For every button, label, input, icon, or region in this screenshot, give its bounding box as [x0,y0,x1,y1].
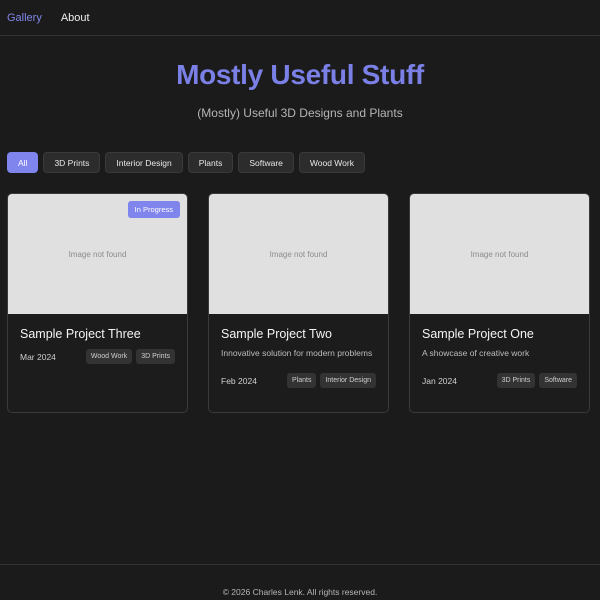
image-not-found-text: Image not found [269,249,328,259]
project-grid: Image not found In Progress Sample Proje… [7,193,590,413]
project-tag: 3D Prints [496,373,536,388]
image-not-found-text: Image not found [470,249,529,259]
project-card[interactable]: Image not found Sample Project One A sho… [409,193,590,413]
project-tags: Wood Work 3D Prints [85,349,175,364]
filter-plants[interactable]: Plants [187,152,234,173]
project-title: Sample Project One [422,327,534,341]
project-tags: 3D Prints Software [496,373,577,388]
filter-interior-design[interactable]: Interior Design [105,152,183,173]
image-not-found-text: Image not found [68,249,127,259]
nav-about-link[interactable]: About [61,12,90,24]
footer: © 2026 Charles Lenk. All rights reserved… [0,564,600,600]
page-subtitle: (Mostly) Useful 3D Designs and Plants [197,106,403,120]
project-tag: Interior Design [320,373,376,388]
filter-all[interactable]: All [7,152,39,173]
filter-bar: All 3D Prints Interior Design Plants Sof… [0,152,600,173]
project-tag: Plants [287,373,317,388]
top-nav: Gallery About [0,0,600,36]
project-date: Feb 2024 [221,375,257,386]
filter-3d-prints[interactable]: 3D Prints [43,152,101,173]
project-tags: Plants Interior Design [287,373,376,388]
project-card[interactable]: Image not found In Progress Sample Proje… [7,193,188,413]
project-image-placeholder: Image not found [410,194,589,314]
project-title: Sample Project Two [221,327,332,341]
project-image-placeholder: Image not found [209,194,388,314]
status-badge: In Progress [127,201,180,218]
project-description: Innovative solution for modern problems [221,348,373,358]
project-image-placeholder: Image not found In Progress [8,194,187,314]
project-card[interactable]: Image not found Sample Project Two Innov… [208,193,389,413]
filter-software[interactable]: Software [238,152,294,173]
hero: Mostly Useful Stuff (Mostly) Useful 3D D… [0,59,600,121]
copyright-text: © 2026 Charles Lenk. All rights reserved… [222,586,378,597]
nav-gallery-link[interactable]: Gallery [7,12,42,24]
project-title: Sample Project Three [20,327,141,341]
project-tag: 3D Prints [136,349,175,364]
project-tag: Wood Work [85,349,133,364]
project-date: Mar 2024 [20,351,56,362]
project-description: A showcase of creative work [422,348,530,358]
page-title: Mostly Useful Stuff [176,59,424,90]
project-date: Jan 2024 [422,375,457,386]
filter-wood-work[interactable]: Wood Work [298,152,365,173]
project-tag: Software [539,373,577,388]
